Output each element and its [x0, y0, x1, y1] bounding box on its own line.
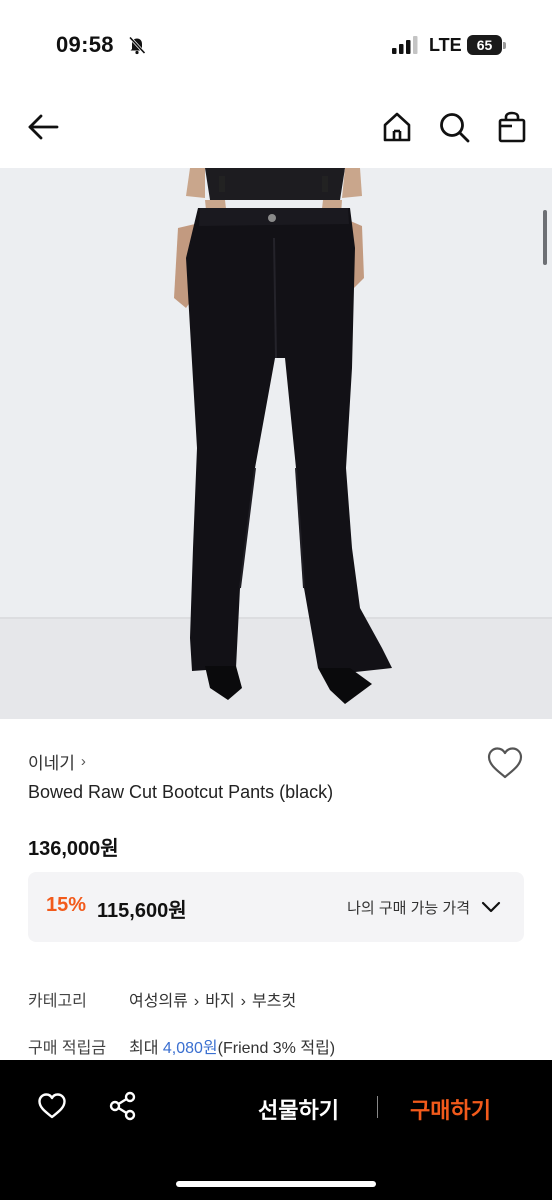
brand-link[interactable]: 이네기 ›	[28, 749, 86, 774]
breadcrumb-item[interactable]: 부츠컷	[252, 993, 296, 1010]
home-indicator	[176, 1181, 376, 1187]
my-price-label: 나의 구매 가능 가격	[347, 899, 470, 917]
chevron-down-icon	[481, 901, 501, 913]
points-suffix: (Friend 3% 적립)	[217, 1040, 336, 1057]
buy-button[interactable]: 구매하기	[410, 1093, 491, 1125]
chevron-right-icon: ›	[193, 993, 200, 1010]
status-bar: 09:58 LTE 65	[0, 0, 552, 90]
share-icon[interactable]	[108, 1091, 138, 1121]
product-photo	[0, 168, 552, 719]
my-price-box[interactable]: 15% 115,600원 나의 구매 가능 가격	[28, 872, 524, 942]
points-label: 구매 적립금	[28, 1040, 107, 1057]
network-label: LTE	[429, 35, 462, 55]
bottom-action-bar: 선물하기 구매하기	[0, 1060, 552, 1200]
scroll-indicator[interactable]	[543, 210, 547, 265]
points-prefix: 최대	[129, 1040, 163, 1057]
product-title: Bowed Raw Cut Bootcut Pants (black)	[28, 782, 334, 802]
heart-icon[interactable]	[486, 745, 524, 781]
category-breadcrumb: 여성의류 › 바지 › 부츠컷	[129, 987, 296, 1011]
points-amount: 4,080원	[162, 1040, 218, 1057]
product-image[interactable]	[0, 168, 552, 719]
arrow-left-icon[interactable]	[26, 110, 60, 144]
heart-icon[interactable]	[37, 1091, 67, 1121]
top-nav-bar	[0, 100, 552, 156]
status-time: 09:58	[56, 32, 114, 57]
category-label: 카테고리	[28, 993, 87, 1010]
chevron-right-icon: ›	[80, 753, 86, 770]
breadcrumb-item[interactable]: 바지	[205, 993, 234, 1010]
shopping-bag-icon[interactable]	[495, 110, 529, 144]
sale-price: 115,600원	[97, 900, 187, 922]
discount-rate: 15%	[46, 894, 87, 916]
battery-icon: 65	[467, 35, 507, 55]
signal-icon	[392, 36, 418, 54]
battery-cap	[503, 42, 506, 49]
search-icon[interactable]	[437, 110, 471, 144]
breadcrumb-item[interactable]: 여성의류	[129, 993, 188, 1010]
list-price: 136,000원	[28, 838, 119, 860]
my-price-toggle[interactable]: 나의 구매 가능 가격	[347, 896, 502, 918]
bell-slash-icon	[128, 36, 146, 55]
battery-level: 65	[467, 35, 502, 55]
chevron-right-icon: ›	[240, 993, 246, 1010]
points-value: 최대 4,080원(Friend 3% 적립)	[129, 1034, 335, 1058]
divider	[377, 1096, 378, 1118]
home-icon[interactable]	[380, 110, 414, 144]
brand-name: 이네기	[28, 754, 75, 773]
gift-button[interactable]: 선물하기	[258, 1093, 339, 1125]
